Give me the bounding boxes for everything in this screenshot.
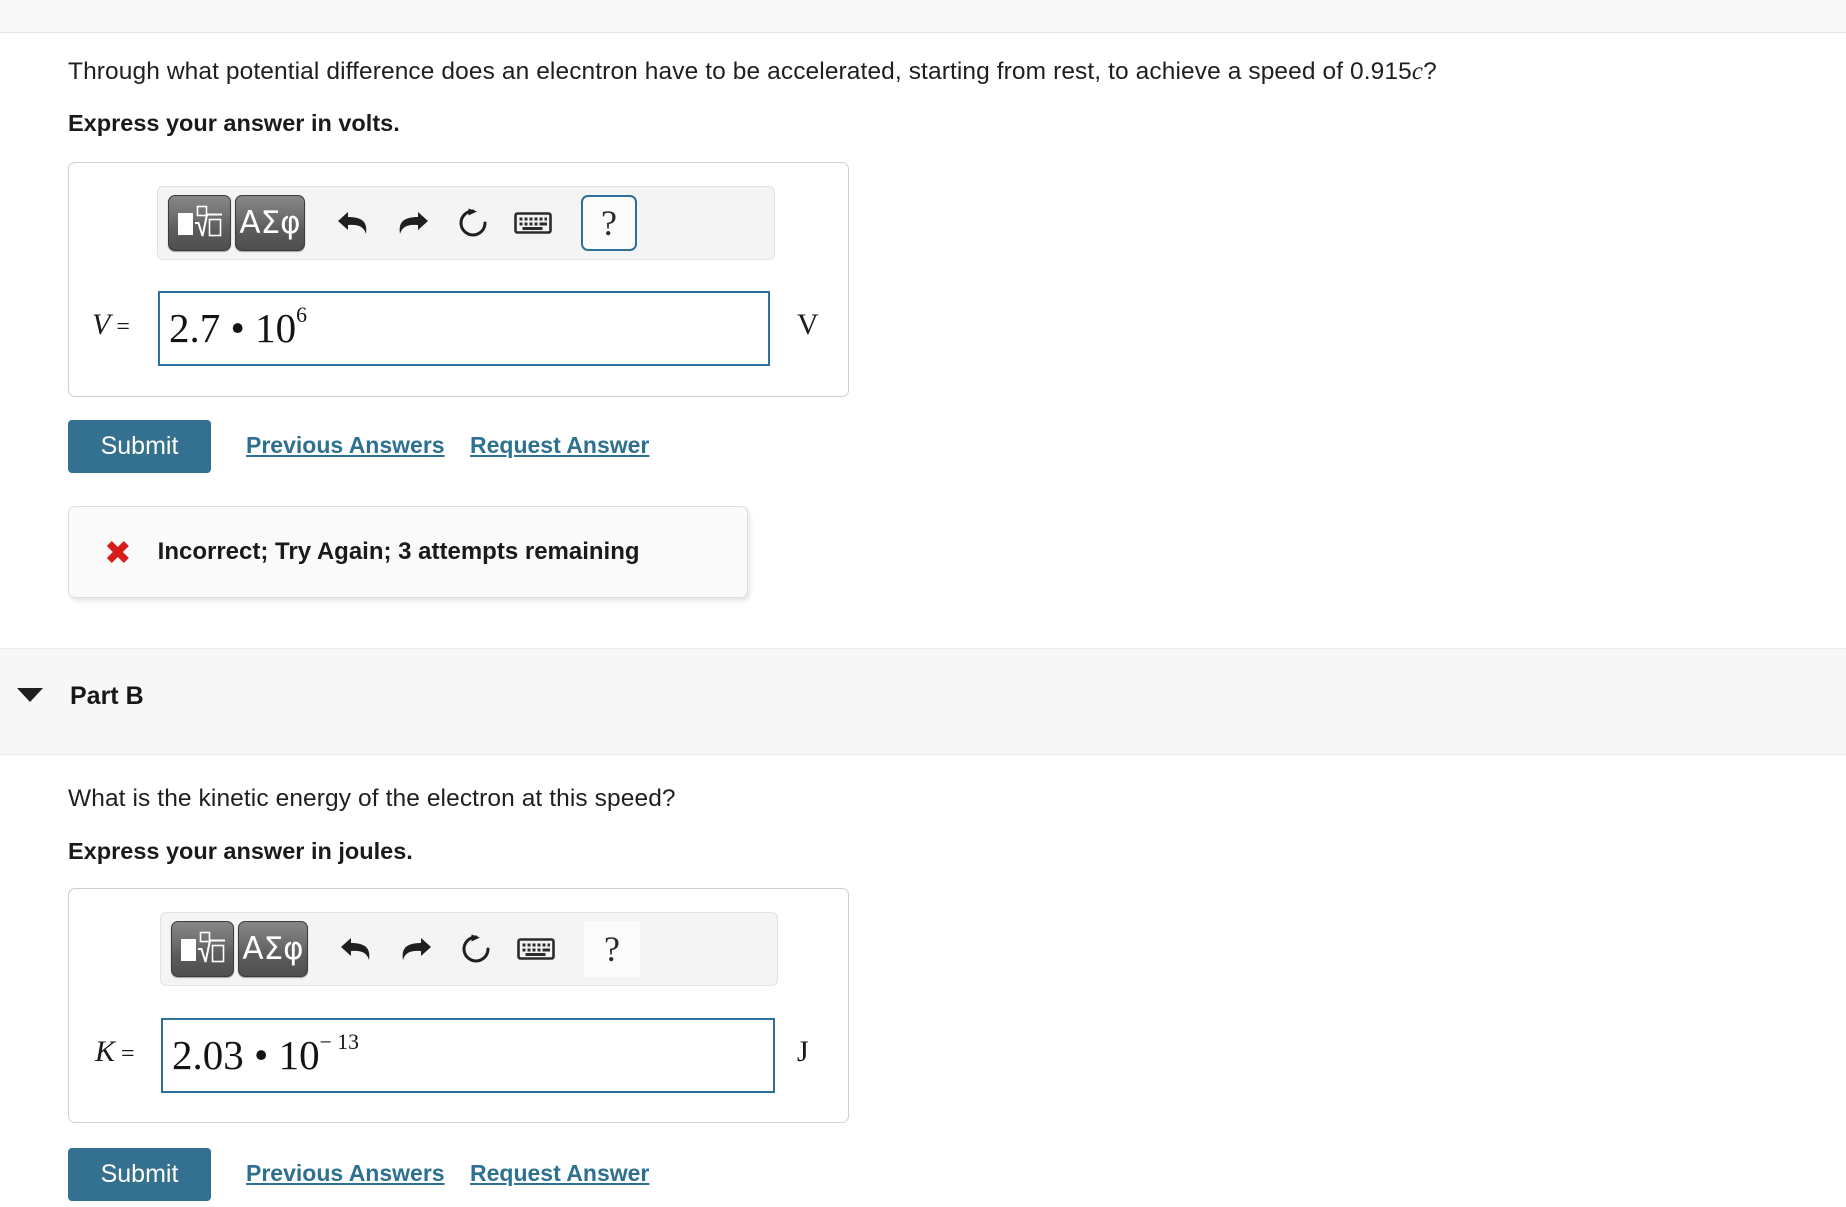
part-a-question-tail: ? xyxy=(1423,58,1437,85)
part-b-band[interactable] xyxy=(0,648,1846,755)
keyboard-icon[interactable] xyxy=(505,195,561,251)
part-b-answer-value: 2.03 • 10− 13 xyxy=(172,1030,360,1078)
reset-icon[interactable] xyxy=(448,921,504,977)
help-icon[interactable]: ? xyxy=(581,195,637,251)
redo-icon[interactable] xyxy=(388,921,444,977)
part-a-submit-button[interactable]: Submit xyxy=(68,420,211,473)
greek-symbols-icon[interactable]: ΑΣφ xyxy=(235,195,305,251)
part-b-submit-button[interactable]: Submit xyxy=(68,1148,211,1201)
part-a-question-text: Through what potential difference does a… xyxy=(68,58,1412,85)
part-b-variable: K xyxy=(95,1035,116,1068)
part-a-answer-value: 2.7 • 10 6 xyxy=(169,303,307,351)
part-b-question: What is the kinetic energy of the electr… xyxy=(68,785,676,812)
undo-icon[interactable] xyxy=(328,921,384,977)
part-a-mantissa: 2.7 • 10 xyxy=(169,305,297,351)
incorrect-icon: ✖ xyxy=(104,532,132,572)
part-a-variable: V xyxy=(92,308,111,341)
greek-symbols-label: ΑΣφ xyxy=(239,204,301,241)
part-a-previous-answers-link[interactable]: Previous Answers xyxy=(246,432,445,459)
part-a-equals: = xyxy=(110,314,130,340)
part-b-variable-label: K = xyxy=(95,1035,135,1069)
help-label: ? xyxy=(604,929,620,969)
part-a-question: Through what potential difference does a… xyxy=(68,56,1668,89)
part-b-title: Part B xyxy=(70,682,144,710)
part-a-exponent: 6 xyxy=(296,303,307,328)
math-template-icon[interactable] xyxy=(171,921,234,977)
part-b-previous-answers-link[interactable]: Previous Answers xyxy=(246,1160,445,1187)
part-a-answer-input[interactable]: 2.7 • 10 6 xyxy=(158,291,770,366)
part-b-exponent: − 13 xyxy=(319,1030,360,1055)
top-strip xyxy=(0,0,1846,33)
reset-icon[interactable] xyxy=(445,195,501,251)
part-b-math-toolbar: ΑΣφ ? xyxy=(160,912,778,986)
part-b-request-answer-link[interactable]: Request Answer xyxy=(470,1160,649,1187)
math-template-icon[interactable] xyxy=(168,195,231,251)
greek-symbols-icon[interactable]: ΑΣφ xyxy=(238,921,308,977)
help-label: ? xyxy=(601,203,617,243)
part-b-equals: = xyxy=(115,1041,135,1067)
part-a-request-answer-link[interactable]: Request Answer xyxy=(470,432,649,459)
feedback-message: Incorrect; Try Again; 3 attempts remaini… xyxy=(157,538,640,565)
keyboard-icon[interactable] xyxy=(508,921,564,977)
part-b-express-instruction: Express your answer in joules. xyxy=(68,838,413,864)
part-a-question-italic: c xyxy=(1411,58,1424,85)
part-a-express-instruction: Express your answer in volts. xyxy=(68,110,400,136)
part-a-feedback-box: ✖ Incorrect; Try Again; 3 attempts remai… xyxy=(68,506,748,598)
greek-symbols-label: ΑΣφ xyxy=(242,930,304,967)
problem-page: Through what potential difference does a… xyxy=(0,0,1846,1207)
part-b-mantissa: 2.03 • 10 xyxy=(172,1032,320,1078)
part-b-answer-input[interactable]: 2.03 • 10− 13 xyxy=(161,1018,775,1093)
part-a-variable-label: V = xyxy=(92,308,130,342)
chevron-down-icon[interactable] xyxy=(17,688,43,702)
part-a-math-toolbar: ΑΣφ ? xyxy=(157,186,775,260)
redo-icon[interactable] xyxy=(385,195,441,251)
undo-icon[interactable] xyxy=(325,195,381,251)
help-icon[interactable]: ? xyxy=(584,921,640,977)
part-a-unit-label: V xyxy=(797,308,819,341)
part-b-unit-label: J xyxy=(797,1035,809,1068)
